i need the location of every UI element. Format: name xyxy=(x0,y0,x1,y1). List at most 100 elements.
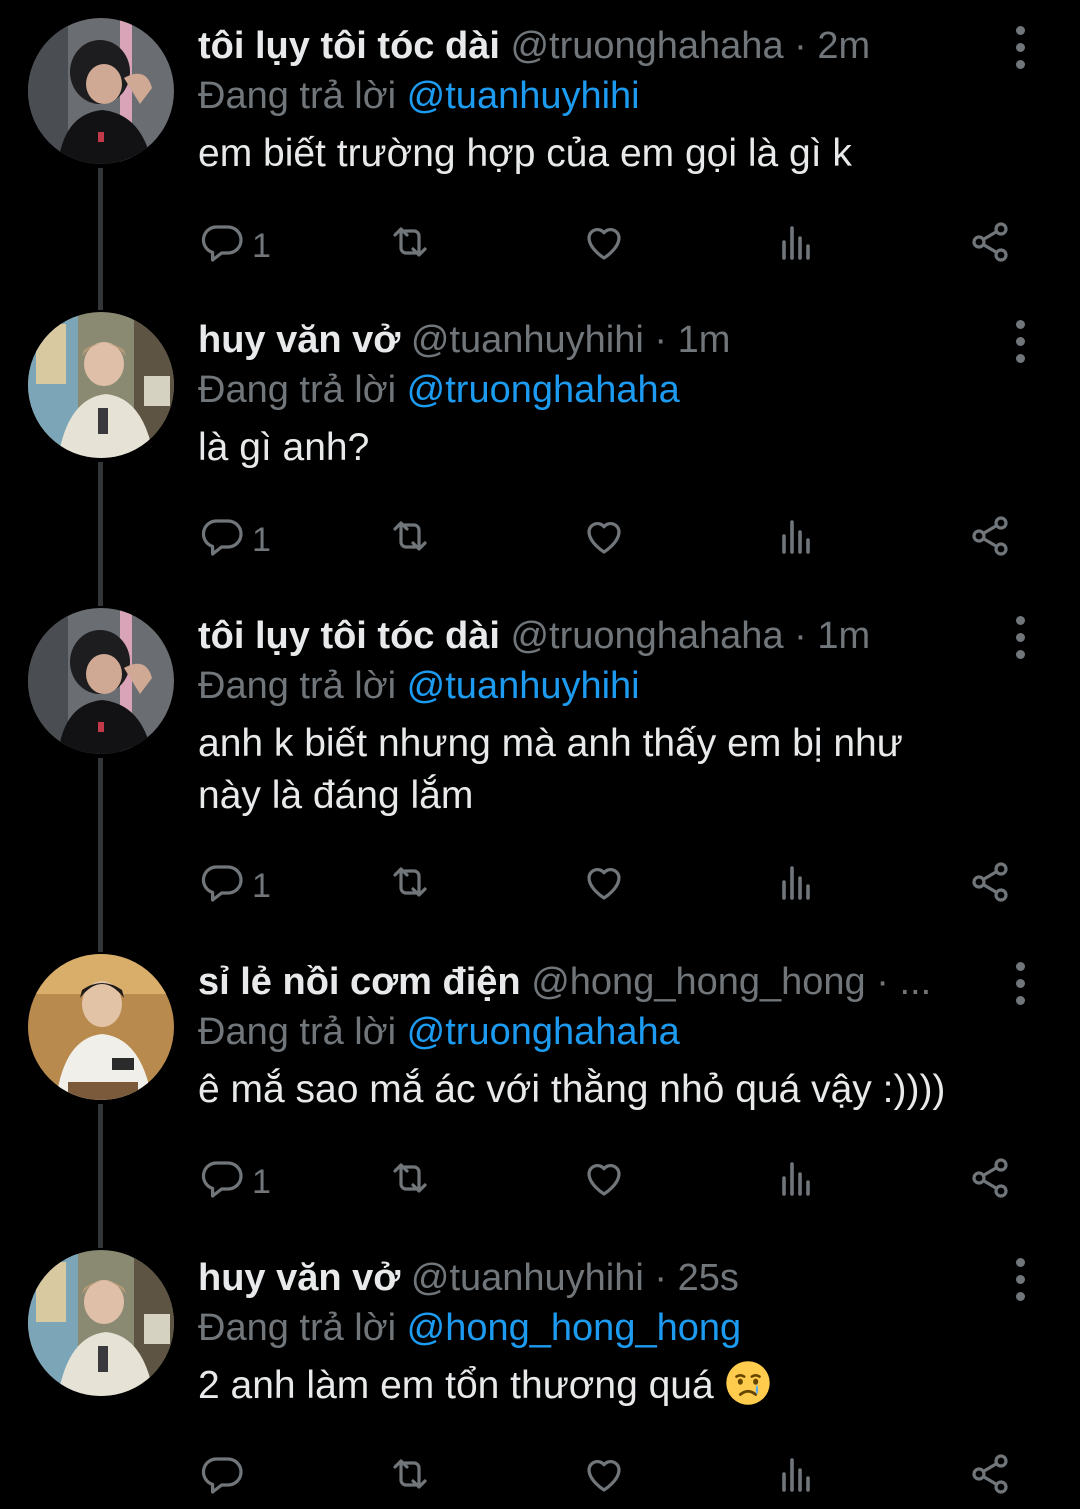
avatar[interactable] xyxy=(28,18,174,164)
more-vertical-icon[interactable] xyxy=(1004,24,1038,70)
replying-to-label: Đang trả lời xyxy=(198,1307,397,1349)
heart-icon xyxy=(587,1164,621,1196)
retweet-button[interactable] xyxy=(386,1154,434,1210)
views-button[interactable] xyxy=(772,512,820,568)
tweet[interactable]: tôi lụy tôi tóc dài @truonghahaha · 2m Đ… xyxy=(0,18,1080,278)
tweet-thread: tôi lụy tôi tóc dài @truonghahaha · 2m Đ… xyxy=(0,0,1080,1509)
share-button[interactable] xyxy=(966,858,1014,914)
avatar-image xyxy=(28,954,174,1100)
views-icon xyxy=(782,1458,810,1492)
crying-face-emoji xyxy=(725,1361,770,1405)
avatar-image xyxy=(28,312,174,458)
user-handle[interactable]: @truonghahaha xyxy=(510,25,783,67)
timestamp[interactable]: ... xyxy=(899,961,931,1003)
user-handle[interactable]: @hong_hong_hong xyxy=(531,961,865,1003)
avatar-image xyxy=(28,18,174,164)
display-name[interactable]: sỉ lẻ nồi cơm điện xyxy=(198,961,521,1003)
replying-to-handle[interactable]: @truonghahaha xyxy=(407,369,680,411)
like-button[interactable] xyxy=(580,512,628,568)
tweet-actions: 1 xyxy=(0,218,1080,274)
reply-button[interactable] xyxy=(198,1450,246,1506)
tweet-text-line: anh k biết nhưng mà anh thấy em bị như xyxy=(198,722,903,765)
retweet-button[interactable] xyxy=(386,218,434,274)
views-button[interactable] xyxy=(772,1154,820,1210)
reply-icon xyxy=(201,1457,243,1494)
reply-button[interactable]: 1 xyxy=(198,218,271,274)
tweet-header: huy văn vở @tuanhuyhihi · 1m xyxy=(198,312,988,368)
tweet[interactable]: tôi lụy tôi tóc dài @truonghahaha · 1m Đ… xyxy=(0,608,1080,908)
timestamp[interactable]: 2m xyxy=(817,25,870,67)
replying-to: Đang trả lời @hong_hong_hong xyxy=(198,1302,741,1354)
retweet-button[interactable] xyxy=(386,1450,434,1506)
share-button[interactable] xyxy=(966,1154,1014,1210)
replying-to: Đang trả lời @tuanhuyhihi xyxy=(198,70,640,122)
retweet-icon xyxy=(393,867,427,897)
views-icon xyxy=(782,520,810,554)
retweet-icon xyxy=(393,1459,427,1489)
user-handle[interactable]: @truonghahaha xyxy=(510,615,783,657)
replying-to-handle[interactable]: @tuanhuyhihi xyxy=(407,665,640,707)
user-handle[interactable]: @tuanhuyhihi xyxy=(411,319,644,361)
separator-dot: · xyxy=(654,319,668,361)
views-button[interactable] xyxy=(772,1450,820,1506)
retweet-button[interactable] xyxy=(386,512,434,568)
retweet-icon xyxy=(393,521,427,551)
reply-count: 1 xyxy=(252,1163,271,1201)
share-button[interactable] xyxy=(966,512,1014,568)
more-vertical-icon[interactable] xyxy=(1004,1256,1038,1302)
more-vertical-icon[interactable] xyxy=(1004,614,1038,660)
tweet-header: huy văn vở @tuanhuyhihi · 25s xyxy=(198,1250,988,1306)
tweet[interactable]: huy văn vở @tuanhuyhihi · 25s Đang trả l… xyxy=(0,1250,1080,1509)
separator-dot: · xyxy=(794,615,807,657)
views-icon xyxy=(782,1162,810,1196)
avatar[interactable] xyxy=(28,608,174,754)
heart-icon xyxy=(587,228,621,260)
replying-to: Đang trả lời @truonghahaha xyxy=(198,364,680,416)
reply-icon xyxy=(201,519,243,556)
retweet-icon xyxy=(393,227,427,257)
views-icon xyxy=(782,866,810,900)
timestamp[interactable]: 25s xyxy=(678,1257,739,1299)
avatar[interactable] xyxy=(28,1250,174,1396)
share-button[interactable] xyxy=(966,1450,1014,1506)
replying-to-handle[interactable]: @hong_hong_hong xyxy=(407,1307,741,1349)
share-button[interactable] xyxy=(966,218,1014,274)
tweet[interactable]: huy văn vở @tuanhuyhihi · 1m Đang trả lờ… xyxy=(0,312,1080,572)
views-button[interactable] xyxy=(772,218,820,274)
tweet-header: tôi lụy tôi tóc dài @truonghahaha · 2m xyxy=(198,18,988,74)
retweet-button[interactable] xyxy=(386,858,434,914)
like-button[interactable] xyxy=(580,1450,628,1506)
reply-button[interactable]: 1 xyxy=(198,1154,271,1210)
user-handle[interactable]: @tuanhuyhihi xyxy=(411,1257,644,1299)
heart-icon xyxy=(587,522,621,554)
more-vertical-icon[interactable] xyxy=(1004,318,1038,364)
tweet-text: 2 anh làm em tổn thương quá xyxy=(198,1360,1028,1412)
replying-to-handle[interactable]: @tuanhuyhihi xyxy=(407,75,640,117)
tweet[interactable]: sỉ lẻ nồi cơm điện @hong_hong_hong · ...… xyxy=(0,954,1080,1214)
reply-count: 1 xyxy=(252,521,271,559)
reply-button[interactable]: 1 xyxy=(198,858,271,914)
replying-to-label: Đang trả lời xyxy=(198,665,397,707)
replying-to-label: Đang trả lời xyxy=(198,369,397,411)
tweet-header: tôi lụy tôi tóc dài @truonghahaha · 1m xyxy=(198,608,988,664)
avatar[interactable] xyxy=(28,954,174,1100)
display-name[interactable]: huy văn vở xyxy=(198,1257,400,1299)
display-name[interactable]: tôi lụy tôi tóc dài xyxy=(198,615,500,657)
avatar[interactable] xyxy=(28,312,174,458)
timestamp[interactable]: 1m xyxy=(817,615,870,657)
reply-icon xyxy=(201,1161,243,1198)
views-button[interactable] xyxy=(772,858,820,914)
tweet-header: sỉ lẻ nồi cơm điện @hong_hong_hong · ... xyxy=(198,954,988,1010)
display-name[interactable]: tôi lụy tôi tóc dài xyxy=(198,25,500,67)
tweet-text: là gì anh? xyxy=(198,426,370,469)
display-name[interactable]: huy văn vở xyxy=(198,319,400,361)
like-button[interactable] xyxy=(580,218,628,274)
like-button[interactable] xyxy=(580,858,628,914)
reply-button[interactable]: 1 xyxy=(198,512,271,568)
replying-to-label: Đang trả lời xyxy=(198,1011,397,1053)
replying-to-handle[interactable]: @truonghahaha xyxy=(407,1011,680,1053)
share-icon xyxy=(972,862,1008,902)
more-vertical-icon[interactable] xyxy=(1004,960,1038,1006)
like-button[interactable] xyxy=(580,1154,628,1210)
timestamp[interactable]: 1m xyxy=(678,319,731,361)
